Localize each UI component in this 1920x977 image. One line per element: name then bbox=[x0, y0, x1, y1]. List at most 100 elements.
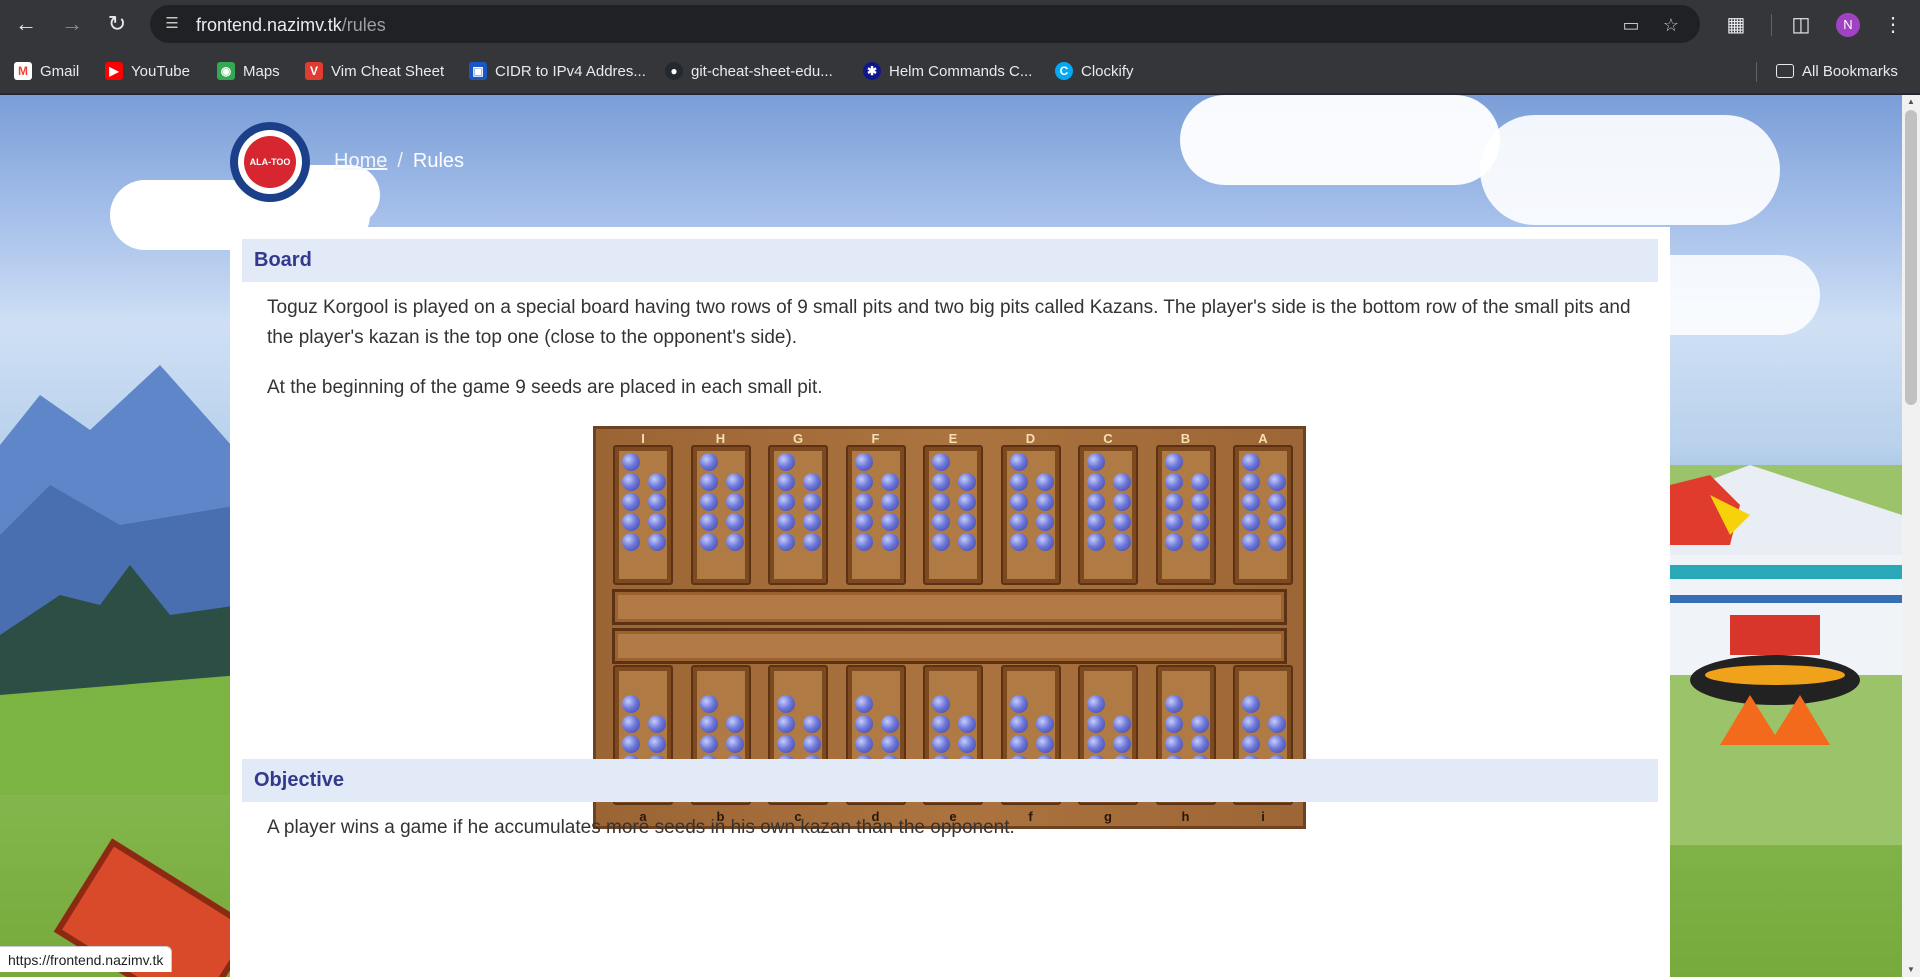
bookmark-gmail[interactable]: M Gmail bbox=[14, 60, 79, 82]
pit-top bbox=[1155, 445, 1216, 585]
scroll-up-icon[interactable]: ▲ bbox=[1906, 97, 1916, 107]
seed bbox=[1035, 493, 1054, 511]
bookmark-cidr[interactable]: ▣ CIDR to IPv4 Addres... bbox=[469, 60, 646, 82]
site-info-icon[interactable]: ☰ bbox=[162, 14, 182, 34]
seed bbox=[1164, 473, 1183, 491]
seed bbox=[1113, 533, 1131, 551]
seed bbox=[1113, 715, 1131, 733]
seed bbox=[1164, 735, 1183, 753]
seed bbox=[1190, 493, 1209, 511]
seed bbox=[1242, 513, 1260, 531]
seed bbox=[1242, 493, 1260, 511]
bookmark-clockify[interactable]: C Clockify bbox=[1055, 60, 1134, 82]
seed bbox=[622, 513, 640, 531]
seed bbox=[1268, 715, 1286, 733]
board-top-label: G bbox=[792, 431, 804, 446]
seed bbox=[1190, 473, 1209, 491]
seed bbox=[622, 533, 640, 551]
seed bbox=[777, 735, 795, 753]
bookmark-maps[interactable]: ◉ Maps bbox=[217, 60, 280, 82]
seed bbox=[699, 695, 718, 713]
seed bbox=[803, 533, 821, 551]
seed bbox=[777, 513, 795, 531]
seed bbox=[1087, 715, 1105, 733]
pit-top bbox=[1233, 445, 1293, 585]
reload-icon[interactable]: ↻ bbox=[101, 8, 133, 40]
seed bbox=[622, 735, 640, 753]
seed bbox=[803, 735, 821, 753]
page-scrollbar[interactable]: ▲ ▼ bbox=[1902, 95, 1920, 977]
breadcrumb-home-link[interactable]: Home bbox=[334, 150, 387, 173]
seed bbox=[854, 695, 873, 713]
bookmark-git-cheat-sheet[interactable]: ● git-cheat-sheet-edu... bbox=[665, 60, 833, 82]
board-section-title: Board bbox=[242, 239, 1658, 282]
back-icon[interactable]: ← bbox=[10, 8, 42, 40]
mountains-decoration bbox=[0, 365, 240, 795]
university-logo[interactable]: ALA-TOO 1996 bbox=[230, 122, 310, 202]
bookmark-star-icon[interactable]: ☆ bbox=[1660, 14, 1682, 36]
seed bbox=[854, 735, 873, 753]
bookmark-youtube[interactable]: ▶ YouTube bbox=[105, 60, 190, 82]
seed bbox=[1009, 533, 1028, 551]
menu-icon[interactable]: ⋮ bbox=[1880, 12, 1906, 38]
url-text[interactable]: frontend.nazimv.tk/rules bbox=[196, 15, 386, 36]
seed bbox=[699, 735, 718, 753]
seed bbox=[880, 493, 899, 511]
seed bbox=[1190, 715, 1209, 733]
seed bbox=[932, 453, 950, 471]
seed bbox=[854, 473, 873, 491]
seed bbox=[699, 715, 718, 733]
bookmarks-bar: M Gmail ▶ YouTube ◉ Maps V Vim Cheat She… bbox=[0, 48, 1920, 94]
seed bbox=[880, 735, 899, 753]
seed bbox=[1190, 735, 1209, 753]
address-bar[interactable]: ☰ frontend.nazimv.tk/rules ▭ ☆ bbox=[150, 5, 1700, 43]
seed bbox=[1087, 453, 1105, 471]
seed bbox=[932, 695, 950, 713]
extensions-icon[interactable]: ▦ bbox=[1723, 12, 1749, 38]
rules-card: Board Toguz Korgool is played on a speci… bbox=[230, 227, 1670, 977]
cloud-decoration bbox=[1480, 115, 1780, 225]
board-paragraph-2: At the beginning of the game 9 seeds are… bbox=[267, 377, 823, 398]
clockify-icon: C bbox=[1055, 62, 1073, 80]
vim-icon: V bbox=[305, 62, 323, 80]
board-top-label: H bbox=[715, 431, 726, 446]
board-top-label: F bbox=[871, 431, 880, 446]
scrollbar-thumb[interactable] bbox=[1905, 110, 1917, 405]
profile-avatar[interactable]: N bbox=[1836, 13, 1860, 37]
scroll-down-icon[interactable]: ▼ bbox=[1906, 965, 1916, 975]
breadcrumb-current: Rules bbox=[412, 150, 465, 172]
side-panel-icon[interactable]: ◫ bbox=[1788, 12, 1814, 38]
seed bbox=[1164, 493, 1183, 511]
objective-section-title: Objective bbox=[242, 759, 1658, 802]
seed bbox=[1164, 513, 1183, 531]
seed bbox=[1242, 453, 1260, 471]
seed bbox=[1087, 735, 1105, 753]
pit-top bbox=[923, 445, 983, 585]
seed bbox=[725, 473, 744, 491]
all-bookmarks-button[interactable]: All Bookmarks bbox=[1776, 60, 1898, 82]
board-top-label: I bbox=[641, 431, 645, 446]
pit-top bbox=[613, 445, 673, 585]
kazan-top bbox=[612, 589, 1287, 625]
seed bbox=[958, 473, 976, 491]
seed bbox=[1268, 493, 1286, 511]
seed bbox=[854, 533, 873, 551]
seed bbox=[1164, 453, 1183, 471]
bookmark-helm[interactable]: ✱ Helm Commands C... bbox=[863, 60, 1032, 82]
seed bbox=[932, 735, 950, 753]
bookmark-vim-cheat-sheet[interactable]: V Vim Cheat Sheet bbox=[305, 60, 444, 82]
kazan-bottom bbox=[612, 628, 1287, 664]
folder-icon bbox=[1776, 64, 1794, 78]
browser-toolbar: ← → ↻ ☰ frontend.nazimv.tk/rules ▭ ☆ ▦ ◫… bbox=[0, 0, 1920, 48]
pit-top bbox=[1078, 445, 1138, 585]
seed bbox=[1009, 473, 1028, 491]
bookmarks-divider bbox=[1756, 62, 1757, 82]
youtube-icon: ▶ bbox=[105, 62, 123, 80]
board-top-label: A bbox=[1258, 431, 1268, 446]
seed bbox=[1035, 533, 1054, 551]
install-app-icon[interactable]: ▭ bbox=[1620, 14, 1642, 36]
seed bbox=[803, 513, 821, 531]
forward-icon[interactable]: → bbox=[56, 8, 88, 40]
seed bbox=[932, 513, 950, 531]
seed bbox=[854, 513, 873, 531]
